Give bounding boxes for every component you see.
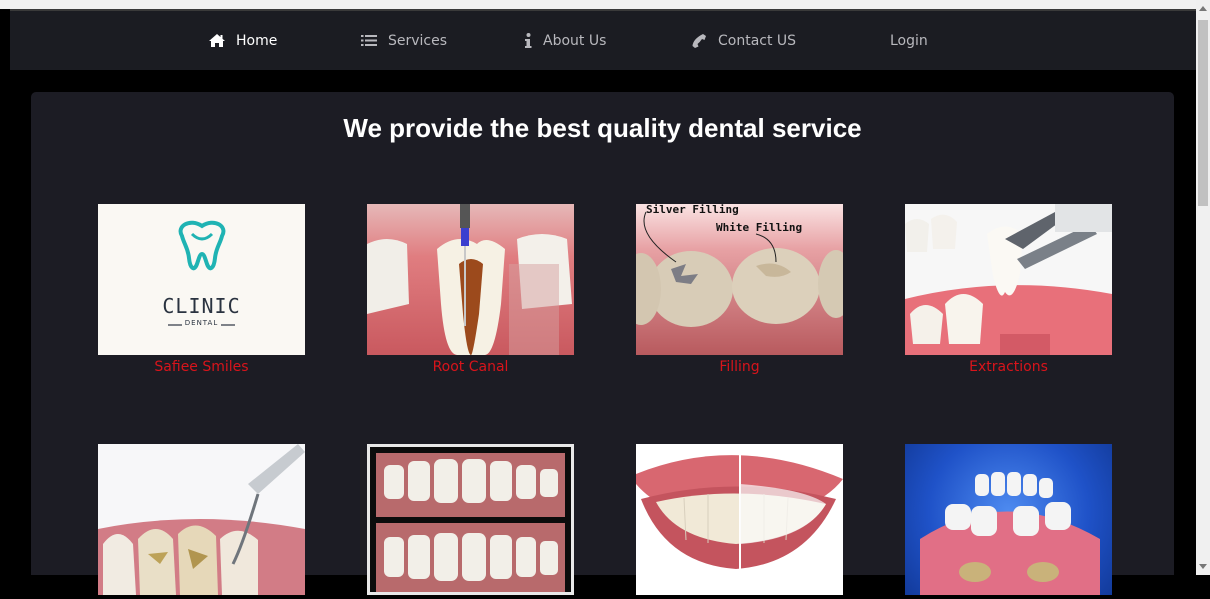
- clinic-logo-text: CLINIC: [162, 294, 241, 318]
- filling-image: Silver Filling White Filling: [636, 204, 843, 355]
- nav-login[interactable]: Login: [890, 11, 928, 70]
- whitening-image: [636, 444, 843, 595]
- scroll-up-arrow-icon[interactable]: [1199, 6, 1207, 11]
- clinic-logo-image: CLINIC DENTAL: [98, 204, 305, 355]
- service-card-filling[interactable]: Silver Filling White Filling Filling: [636, 204, 843, 375]
- vertical-scrollbar[interactable]: [1196, 0, 1210, 575]
- extractions-image: [905, 204, 1112, 355]
- nav-services[interactable]: Services: [360, 11, 447, 70]
- service-card-veneers[interactable]: [367, 444, 574, 599]
- service-card-implants[interactable]: [905, 444, 1112, 599]
- tooth-logo-icon: [168, 220, 235, 326]
- veneers-image: [367, 444, 574, 595]
- home-icon: [208, 33, 226, 49]
- service-label[interactable]: Root Canal: [367, 359, 574, 375]
- page-title: We provide the best quality dental servi…: [343, 113, 862, 143]
- scrollbar-thumb[interactable]: [1198, 20, 1208, 206]
- nav-login-label: Login: [890, 32, 928, 49]
- service-card-safiee-smiles[interactable]: CLINIC DENTAL Safiee Smiles: [98, 204, 305, 375]
- root-canal-image: [367, 204, 574, 355]
- service-label[interactable]: Extractions: [905, 359, 1112, 375]
- browser-top-strip: [0, 0, 1196, 9]
- nav-contact-us-label: Contact US: [718, 32, 797, 49]
- white-filling-annotation: White Filling: [716, 221, 803, 234]
- nav-home[interactable]: Home: [208, 11, 277, 70]
- scroll-down-arrow-icon[interactable]: [1199, 564, 1207, 569]
- service-card-extractions[interactable]: Extractions: [905, 204, 1112, 375]
- service-card-whitening[interactable]: [636, 444, 843, 599]
- implants-image: [905, 444, 1112, 595]
- clinic-logo-subtext: DENTAL: [184, 319, 219, 327]
- services-panel: We provide the best quality dental servi…: [31, 92, 1174, 595]
- scaling-image: [98, 444, 305, 595]
- top-navbar: Home Services About Us Contact US Login: [10, 9, 1196, 70]
- silver-filling-annotation: Silver Filling: [646, 204, 739, 216]
- nav-home-label: Home: [236, 32, 278, 49]
- nav-contact-us[interactable]: Contact US: [690, 11, 796, 70]
- list-icon: [360, 33, 378, 49]
- phone-icon: [690, 33, 708, 49]
- service-label[interactable]: Safiee Smiles: [98, 359, 305, 375]
- nav-about-us-label: About Us: [543, 32, 607, 49]
- service-card-scaling[interactable]: [98, 444, 305, 599]
- nav-services-label: Services: [388, 32, 448, 49]
- service-label[interactable]: Filling: [636, 359, 843, 375]
- info-icon: [523, 32, 533, 49]
- service-card-root-canal[interactable]: Root Canal: [367, 204, 574, 375]
- nav-about-us[interactable]: About Us: [523, 11, 606, 70]
